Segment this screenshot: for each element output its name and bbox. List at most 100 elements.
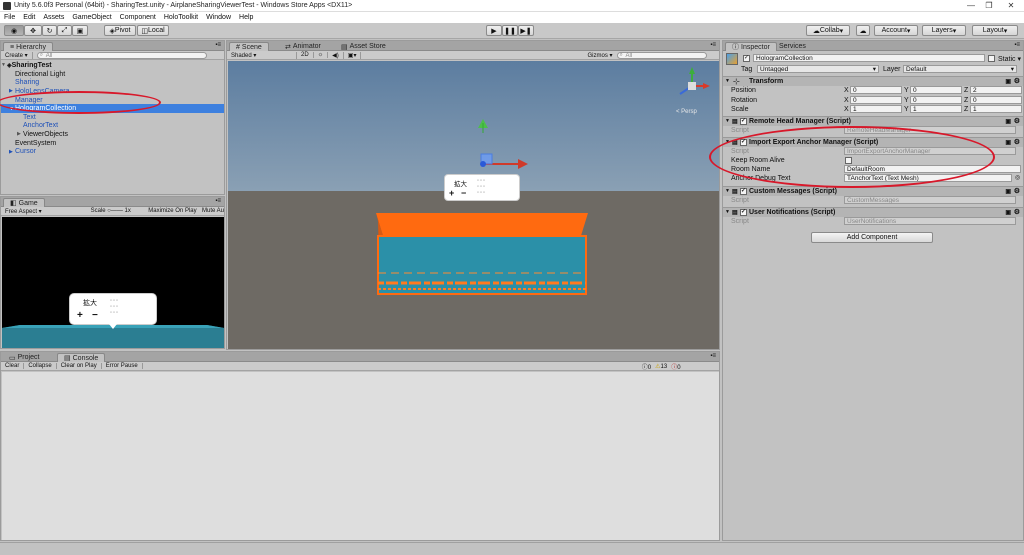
- move-tool-button[interactable]: ✥: [24, 25, 42, 36]
- settings-icon[interactable]: ⚙: [1014, 208, 1020, 216]
- step-button[interactable]: ▶❚: [518, 25, 534, 36]
- tab-project[interactable]: ▭ Project: [3, 353, 45, 362]
- scene-search-input[interactable]: ⌕ All: [616, 51, 707, 59]
- zoom-in-button[interactable]: +: [77, 310, 83, 321]
- maximize-icon[interactable]: ❐: [982, 1, 996, 10]
- audio-toggle[interactable]: ◀): [332, 51, 344, 59]
- pivot-button[interactable]: ◈ Pivot: [104, 25, 136, 36]
- menu-edit[interactable]: Edit: [23, 14, 35, 21]
- console-log-area[interactable]: [2, 372, 719, 540]
- menu-file[interactable]: File: [4, 14, 15, 21]
- rotate-tool-button[interactable]: ↻: [42, 25, 57, 36]
- remote-head-manager-header[interactable]: ▼ ▤ ✓ Remote Head Manager (Script) ▣ ⚙: [723, 116, 1023, 126]
- hierarchy-item[interactable]: Text: [1, 113, 224, 122]
- scene-zoom-in-button[interactable]: +: [449, 188, 454, 198]
- panel-menu-icon[interactable]: ▪≡: [710, 42, 716, 48]
- add-component-button[interactable]: Add Component: [811, 232, 933, 243]
- remote-head-enabled-checkbox[interactable]: ✓: [740, 118, 747, 125]
- local-button[interactable]: ◫ Local: [137, 25, 169, 36]
- layer-dropdown[interactable]: Default ▾: [903, 65, 1017, 73]
- settings-icon[interactable]: ⚙: [1014, 117, 1020, 125]
- account-button[interactable]: Account ▾: [874, 25, 918, 36]
- menu-holotoolkit[interactable]: HoloToolkit: [164, 14, 198, 21]
- scene-root[interactable]: ▼ ◈ SharingTest: [1, 61, 224, 70]
- play-button[interactable]: ▶: [486, 25, 502, 36]
- user-notifications-header[interactable]: ▼ ▤ ✓ User Notifications (Script) ▣ ⚙: [723, 207, 1023, 217]
- hierarchy-item[interactable]: ▶ ViewerObjects: [1, 130, 224, 139]
- tab-animator[interactable]: ⇄ Animator: [279, 42, 327, 51]
- user-notifications-enabled-checkbox[interactable]: ✓: [740, 209, 747, 216]
- hierarchy-search-input[interactable]: ⌕ All: [36, 51, 207, 59]
- transform-x-field[interactable]: 1: [850, 105, 902, 113]
- collapse-button[interactable]: Collapse: [28, 363, 57, 369]
- custom-messages-script-field[interactable]: CustomMessages: [844, 196, 1016, 204]
- layout-dropdown[interactable]: Layout ▾: [972, 25, 1018, 36]
- layers-dropdown[interactable]: Layers ▾: [922, 25, 966, 36]
- custom-messages-enabled-checkbox[interactable]: ✓: [740, 188, 747, 195]
- transform-x-field[interactable]: 0: [850, 95, 902, 104]
- menu-assets[interactable]: Assets: [43, 14, 64, 21]
- menu-component[interactable]: Component: [120, 14, 156, 21]
- help-icon[interactable]: ▣: [1005, 78, 1011, 85]
- tab-scene[interactable]: # Scene: [229, 42, 269, 51]
- close-icon[interactable]: ✕: [1004, 1, 1018, 10]
- tab-services[interactable]: Services: [773, 42, 812, 51]
- help-icon[interactable]: ▣: [1005, 209, 1011, 216]
- log-count[interactable]: ⓘ0: [642, 362, 651, 371]
- hierarchy-item[interactable]: Directional Light: [1, 70, 224, 79]
- panel-menu-icon[interactable]: ▪≡: [710, 353, 716, 359]
- transform-y-field[interactable]: 0: [910, 86, 962, 94]
- settings-icon[interactable]: ⚙: [1014, 138, 1020, 146]
- aspect-dropdown[interactable]: Free Aspect ▾: [5, 208, 91, 215]
- tab-hierarchy[interactable]: ≡ Hierarchy: [3, 42, 54, 51]
- tag-dropdown[interactable]: Untagged ▾: [757, 65, 879, 73]
- zoom-out-button[interactable]: −: [92, 310, 98, 321]
- transform-x-field[interactable]: 0: [850, 86, 902, 94]
- create-button[interactable]: Create ▾: [5, 51, 33, 59]
- transform-y-field[interactable]: 0: [910, 95, 962, 104]
- collab-button[interactable]: ☁ Collab ▾: [806, 25, 850, 36]
- rect-tool-button[interactable]: ▣: [72, 25, 88, 36]
- transform-z-field[interactable]: 2: [970, 86, 1022, 94]
- panel-menu-icon[interactable]: ▪≡: [215, 198, 221, 204]
- mute-audio-toggle[interactable]: Mute Au: [202, 208, 224, 214]
- transform-y-field[interactable]: 1: [910, 105, 962, 113]
- help-icon[interactable]: ▣: [1005, 188, 1011, 195]
- error-count[interactable]: ⓘ0: [671, 362, 680, 371]
- gizmos-dropdown[interactable]: Gizmos ▾: [587, 52, 612, 59]
- object-picker-icon[interactable]: ◎: [1015, 174, 1020, 181]
- static-dropdown[interactable]: Static ▾: [998, 55, 1021, 63]
- hierarchy-item[interactable]: EventSystem: [1, 139, 224, 148]
- tab-console[interactable]: ▤ Console: [57, 353, 106, 362]
- panel-menu-icon[interactable]: ▪≡: [215, 42, 221, 48]
- scene-zoom-out-button[interactable]: −: [461, 188, 466, 198]
- scale-slider[interactable]: Scale ○—— 1x: [91, 208, 149, 214]
- hierarchy-item[interactable]: AnchorText: [1, 122, 224, 131]
- object-name-field[interactable]: HologramCollection: [753, 54, 985, 62]
- hierarchy-item[interactable]: Sharing: [1, 79, 224, 88]
- transform-z-field[interactable]: 0: [970, 95, 1022, 104]
- panel-menu-icon[interactable]: ▪≡: [1014, 42, 1020, 48]
- cloud-services-button[interactable]: ☁: [856, 25, 870, 36]
- transform-header[interactable]: ▼ ⊹ Transform ▣ ⚙: [723, 76, 1023, 86]
- clear-on-play-button[interactable]: Clear on Play: [61, 363, 102, 369]
- hand-tool-button[interactable]: ◉: [4, 25, 24, 36]
- transform-z-field[interactable]: 1: [970, 105, 1022, 113]
- tab-asset-store[interactable]: ▤ Asset Store: [335, 42, 392, 51]
- help-icon[interactable]: ▣: [1005, 118, 1011, 125]
- tab-game[interactable]: ◧ Game: [3, 198, 45, 207]
- clear-button[interactable]: Clear: [5, 363, 25, 369]
- 2d-toggle[interactable]: 2D: [301, 52, 314, 58]
- user-notifications-script-field[interactable]: UserNotifications: [844, 217, 1016, 225]
- effects-toggle[interactable]: ▣▾: [348, 51, 362, 59]
- shading-dropdown[interactable]: Shaded ▾: [231, 51, 297, 59]
- lighting-toggle[interactable]: ☼: [318, 52, 329, 58]
- scale-tool-button[interactable]: ⤢: [57, 25, 72, 36]
- minimize-icon[interactable]: —: [964, 1, 978, 10]
- maximize-on-play-toggle[interactable]: Maximize On Play: [148, 208, 202, 214]
- error-pause-button[interactable]: Error Pause: [106, 363, 143, 369]
- menu-window[interactable]: Window: [206, 14, 231, 21]
- static-checkbox[interactable]: [988, 55, 995, 62]
- perspective-label[interactable]: < Persp: [676, 109, 697, 115]
- warning-count[interactable]: ⚠13: [655, 363, 667, 370]
